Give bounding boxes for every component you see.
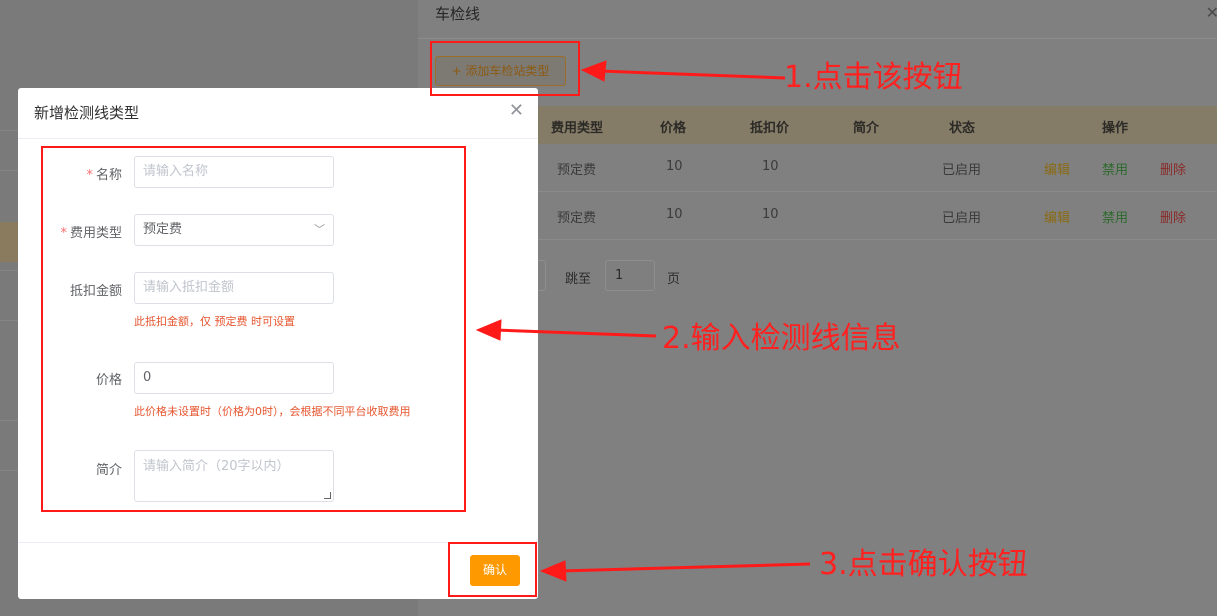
- drawer-title: 车检线: [435, 5, 481, 23]
- annotation-step3-text: 3.点击确认按钮: [819, 547, 1028, 582]
- row-divider: [538, 239, 1217, 240]
- deduct-price-cell: 10: [762, 159, 779, 174]
- disable-link[interactable]: 禁用: [1102, 207, 1128, 226]
- status-cell: 已启用: [942, 163, 982, 178]
- dialog-title: 新增检测线类型: [34, 104, 140, 122]
- price-cell: 10: [666, 207, 683, 222]
- column-header: 简介: [853, 121, 880, 136]
- annotation-box-step2: [41, 146, 466, 512]
- column-header: 操作: [1102, 121, 1129, 136]
- delete-link[interactable]: 删除: [1160, 159, 1186, 178]
- annotation-box-step1: [430, 41, 580, 96]
- annotation-step1-text: 1.点击该按钮: [784, 60, 963, 95]
- price-cell: 10: [666, 159, 683, 174]
- page-suffix-label: 页: [667, 272, 681, 287]
- deduct-price-cell: 10: [762, 207, 779, 222]
- dialog-header-divider: [18, 138, 538, 139]
- delete-link[interactable]: 删除: [1160, 207, 1186, 226]
- page-jump-value: 1: [615, 268, 624, 283]
- close-icon[interactable]: ✕: [509, 100, 524, 121]
- fee-type-cell: 预定费: [557, 163, 597, 178]
- fee-type-cell: 预定费: [557, 211, 597, 226]
- status-cell: 已启用: [942, 211, 982, 226]
- edit-link[interactable]: 编辑: [1044, 207, 1070, 226]
- annotation-box-step3: [448, 542, 537, 597]
- close-icon[interactable]: ✕: [1206, 3, 1217, 22]
- column-header: 费用类型: [551, 121, 604, 136]
- bg-highlight-band: [0, 222, 18, 262]
- drawer-divider: [418, 38, 1217, 39]
- page-jump-input[interactable]: 1: [605, 260, 655, 291]
- column-header: 价格: [660, 121, 687, 136]
- row-divider: [538, 191, 1217, 192]
- annotation-step2-text: 2.输入检测线信息: [662, 321, 901, 356]
- table-header: 费用类型 价格 抵扣价 简介 状态 操作: [538, 106, 1217, 144]
- goto-label: 跳至: [565, 272, 592, 287]
- column-header: 状态: [949, 121, 976, 136]
- edit-link[interactable]: 编辑: [1044, 159, 1070, 178]
- column-header: 抵扣价: [750, 121, 790, 136]
- disable-link[interactable]: 禁用: [1102, 159, 1128, 178]
